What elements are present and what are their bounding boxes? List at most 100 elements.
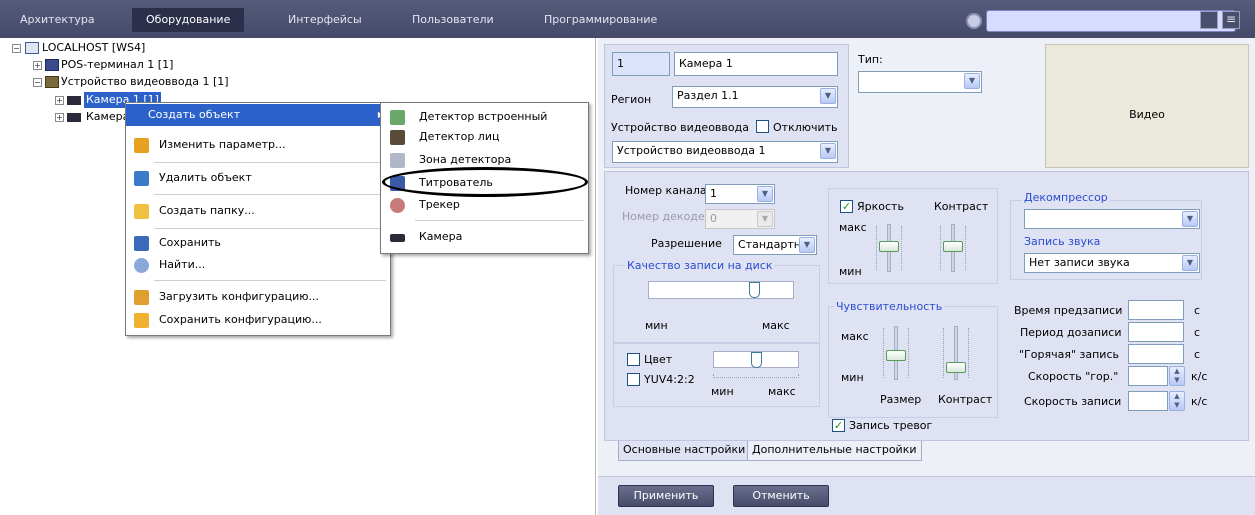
menu-item-save[interactable]: Сохранить xyxy=(126,232,390,254)
region-select[interactable]: Раздел 1.1 ▼ xyxy=(672,86,838,108)
tree-item-localhost[interactable]: LOCALHOST [WS4] xyxy=(42,40,145,56)
decompressor-select[interactable]: ▼ xyxy=(1024,209,1200,229)
brightness-min-label: мин xyxy=(839,265,862,278)
expand-icon[interactable]: + xyxy=(55,96,64,105)
camera-icon xyxy=(67,113,81,122)
chevron-down-icon: ▼ xyxy=(1182,255,1198,271)
record-speed-unit: к/с xyxy=(1191,395,1208,408)
quality-slider-track[interactable] xyxy=(648,281,794,299)
size-slider-thumb[interactable] xyxy=(886,350,906,361)
name-field[interactable]: Камера 1 xyxy=(674,52,838,76)
menu-item-create-folder[interactable]: Создать папку... xyxy=(126,200,390,222)
hot-speed-input[interactable] xyxy=(1128,366,1168,386)
submenu-item-builtin-detector[interactable]: Детектор встроенный xyxy=(381,106,588,128)
sensitivity-contrast-slider-thumb[interactable] xyxy=(946,362,966,373)
contrast-slider-thumb[interactable] xyxy=(943,241,963,252)
video-device-select[interactable]: Устройство видеоввода 1 ▼ xyxy=(612,141,838,163)
alarm-record-checkbox[interactable]: ✓ xyxy=(832,419,845,432)
menu-divider xyxy=(154,280,386,281)
zone-icon xyxy=(390,153,405,168)
chevron-down-icon: ▼ xyxy=(820,88,836,104)
edit-icon xyxy=(134,138,149,153)
top-menu-bar: Архитектура Оборудование Интерфейсы Поль… xyxy=(0,0,1255,38)
search-input[interactable] xyxy=(986,10,1236,32)
submenu-item-label: Камера xyxy=(419,230,463,243)
submenu-item-label: Детектор лиц xyxy=(419,130,500,143)
tab-architecture[interactable]: Архитектура xyxy=(6,8,109,32)
record-speed-input[interactable] xyxy=(1128,391,1168,411)
tree-item-pos[interactable]: POS-терминал 1 [1] xyxy=(61,57,173,73)
menu-item-find[interactable]: Найти... xyxy=(126,254,390,276)
tree-item-video-device[interactable]: Устройство видеоввода 1 [1] xyxy=(61,74,229,90)
collapse-icon[interactable]: − xyxy=(33,78,42,87)
record-speed-spinner-icon[interactable]: ▲ ▼ xyxy=(1169,391,1185,411)
chevron-down-icon: ▼ xyxy=(820,143,836,159)
apply-button[interactable]: Применить xyxy=(618,485,714,507)
video-preview[interactable]: Видео xyxy=(1045,44,1249,168)
tab-interfaces[interactable]: Интерфейсы xyxy=(274,8,376,32)
context-menu: Создать объект ▶ Изменить параметр... Уд… xyxy=(125,102,391,336)
yuv-checkbox[interactable] xyxy=(627,373,640,386)
menu-divider xyxy=(154,228,386,229)
disable-checkbox[interactable] xyxy=(756,120,769,133)
hot-record-input[interactable] xyxy=(1128,344,1184,364)
tab-basic-settings[interactable]: Основные настройки xyxy=(618,441,751,461)
type-select[interactable]: ▼ xyxy=(858,71,982,93)
layout-icon[interactable] xyxy=(1200,11,1218,29)
region-label: Регион xyxy=(611,93,652,106)
brightness-checkbox[interactable]: ✓ xyxy=(840,200,853,213)
prerecord-unit: с xyxy=(1194,304,1201,317)
channel-value: 1 xyxy=(710,187,717,200)
quality-slider-thumb[interactable] xyxy=(749,282,760,298)
color-min-label: мин xyxy=(711,385,734,398)
tab-additional-settings[interactable]: Дополнительные настройки xyxy=(747,441,922,461)
submenu-item-face-detector[interactable]: Детектор лиц xyxy=(381,126,588,148)
load-config-icon xyxy=(134,290,149,305)
settings-panel: 1 Камера 1 Регион Раздел 1.1 ▼ Устройств… xyxy=(598,38,1255,515)
chevron-down-icon: ▼ xyxy=(757,186,773,202)
postrecord-unit: с xyxy=(1194,326,1201,339)
channel-select[interactable]: 1 ▼ xyxy=(705,184,775,204)
resolution-select[interactable]: Стандартн ▼ xyxy=(733,235,817,255)
id-field[interactable]: 1 xyxy=(612,52,670,76)
audio-record-select[interactable]: Нет записи звука ▼ xyxy=(1024,253,1200,273)
submenu-item-tracker[interactable]: Трекер xyxy=(381,194,588,216)
menu-item-delete-object[interactable]: Удалить объект xyxy=(126,167,390,189)
menu-item-load-config[interactable]: Загрузить конфигурацию... xyxy=(126,286,390,308)
tracker-icon xyxy=(390,198,405,213)
cancel-button[interactable]: Отменить xyxy=(733,485,829,507)
collapse-icon[interactable]: − xyxy=(12,44,21,53)
menu-item-label: Найти... xyxy=(159,258,206,271)
submenu-item-label: Детектор встроенный xyxy=(419,110,548,123)
postrecord-input[interactable] xyxy=(1128,322,1184,342)
decoder-select[interactable]: 0 ▼ xyxy=(705,209,775,229)
expand-icon[interactable]: + xyxy=(33,61,42,70)
save-config-icon xyxy=(134,313,149,328)
hot-speed-spinner-icon[interactable]: ▲ ▼ xyxy=(1169,366,1185,386)
tab-equipment[interactable]: Оборудование xyxy=(132,8,245,32)
color-slider-thumb[interactable] xyxy=(751,352,762,368)
submenu-item-camera[interactable]: Камера xyxy=(381,226,588,248)
menu-icon[interactable]: ≡ xyxy=(1222,11,1240,29)
prerecord-input[interactable] xyxy=(1128,300,1184,320)
postrecord-label: Период дозаписи xyxy=(1020,326,1122,339)
menu-divider xyxy=(415,220,584,221)
quality-label: Качество записи на диск xyxy=(625,259,775,272)
submenu-item-label: Трекер xyxy=(419,198,460,211)
decoder-value: 0 xyxy=(710,212,717,225)
sensitivity-label: Чувствительность xyxy=(834,300,945,313)
color-checkbox[interactable] xyxy=(627,353,640,366)
menu-item-edit-parameter[interactable]: Изменить параметр... xyxy=(126,134,390,156)
sensitivity-contrast-label: Контраст xyxy=(938,393,993,406)
menu-item-save-config[interactable]: Сохранить конфигурацию... xyxy=(126,309,390,331)
tab-programming[interactable]: Программирование xyxy=(530,8,671,32)
tab-users[interactable]: Пользователи xyxy=(398,8,508,32)
sensitivity-max-label: макс xyxy=(841,330,869,343)
brightness-slider-thumb[interactable] xyxy=(879,241,899,252)
gear-icon[interactable] xyxy=(966,13,982,29)
computer-icon xyxy=(25,42,39,54)
expand-icon[interactable]: + xyxy=(55,113,64,122)
video-device-label: Устройство видеоввода xyxy=(611,121,749,134)
menu-item-create-object[interactable]: Создать объект ▶ xyxy=(126,104,390,126)
disable-label: Отключить xyxy=(773,121,838,134)
